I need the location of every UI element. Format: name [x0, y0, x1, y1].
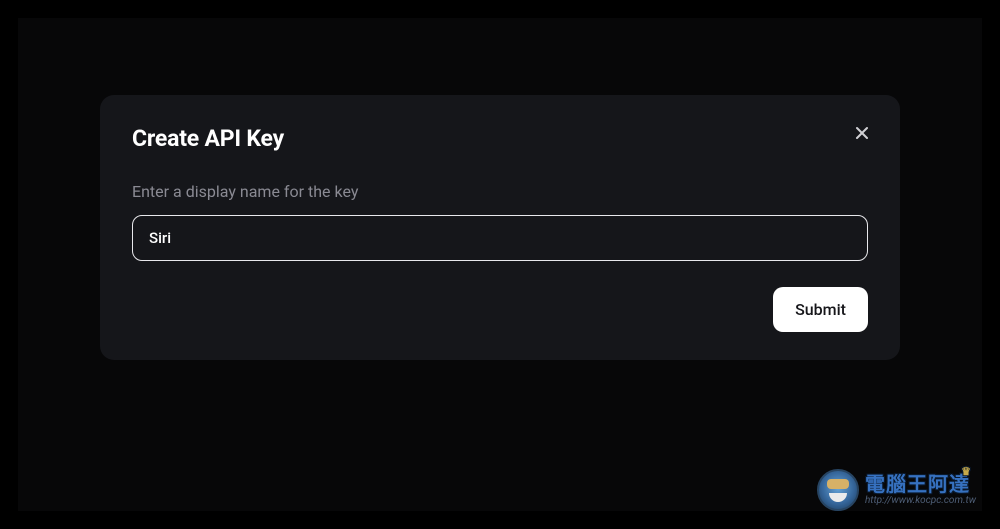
display-name-input[interactable] — [132, 215, 868, 261]
display-name-label: Enter a display name for the key — [132, 182, 868, 201]
submit-button[interactable]: Submit — [773, 287, 868, 332]
close-button[interactable] — [852, 123, 872, 143]
modal-title: Create API Key — [132, 125, 284, 152]
close-icon — [854, 125, 870, 141]
watermark-url: http://www.kocpc.com.tw — [865, 496, 976, 507]
modal-actions: Submit — [132, 287, 868, 332]
watermark-text: 電腦王阿達 ♛ http://www.kocpc.com.tw — [865, 474, 976, 507]
watermark-main-text: 電腦王阿達 ♛ — [865, 474, 970, 495]
create-api-key-modal: Create API Key Enter a display name for … — [100, 95, 900, 360]
watermark: 電腦王阿達 ♛ http://www.kocpc.com.tw — [817, 469, 976, 511]
modal-header: Create API Key — [132, 125, 868, 152]
crown-icon: ♛ — [961, 466, 972, 478]
watermark-avatar-icon — [817, 469, 859, 511]
